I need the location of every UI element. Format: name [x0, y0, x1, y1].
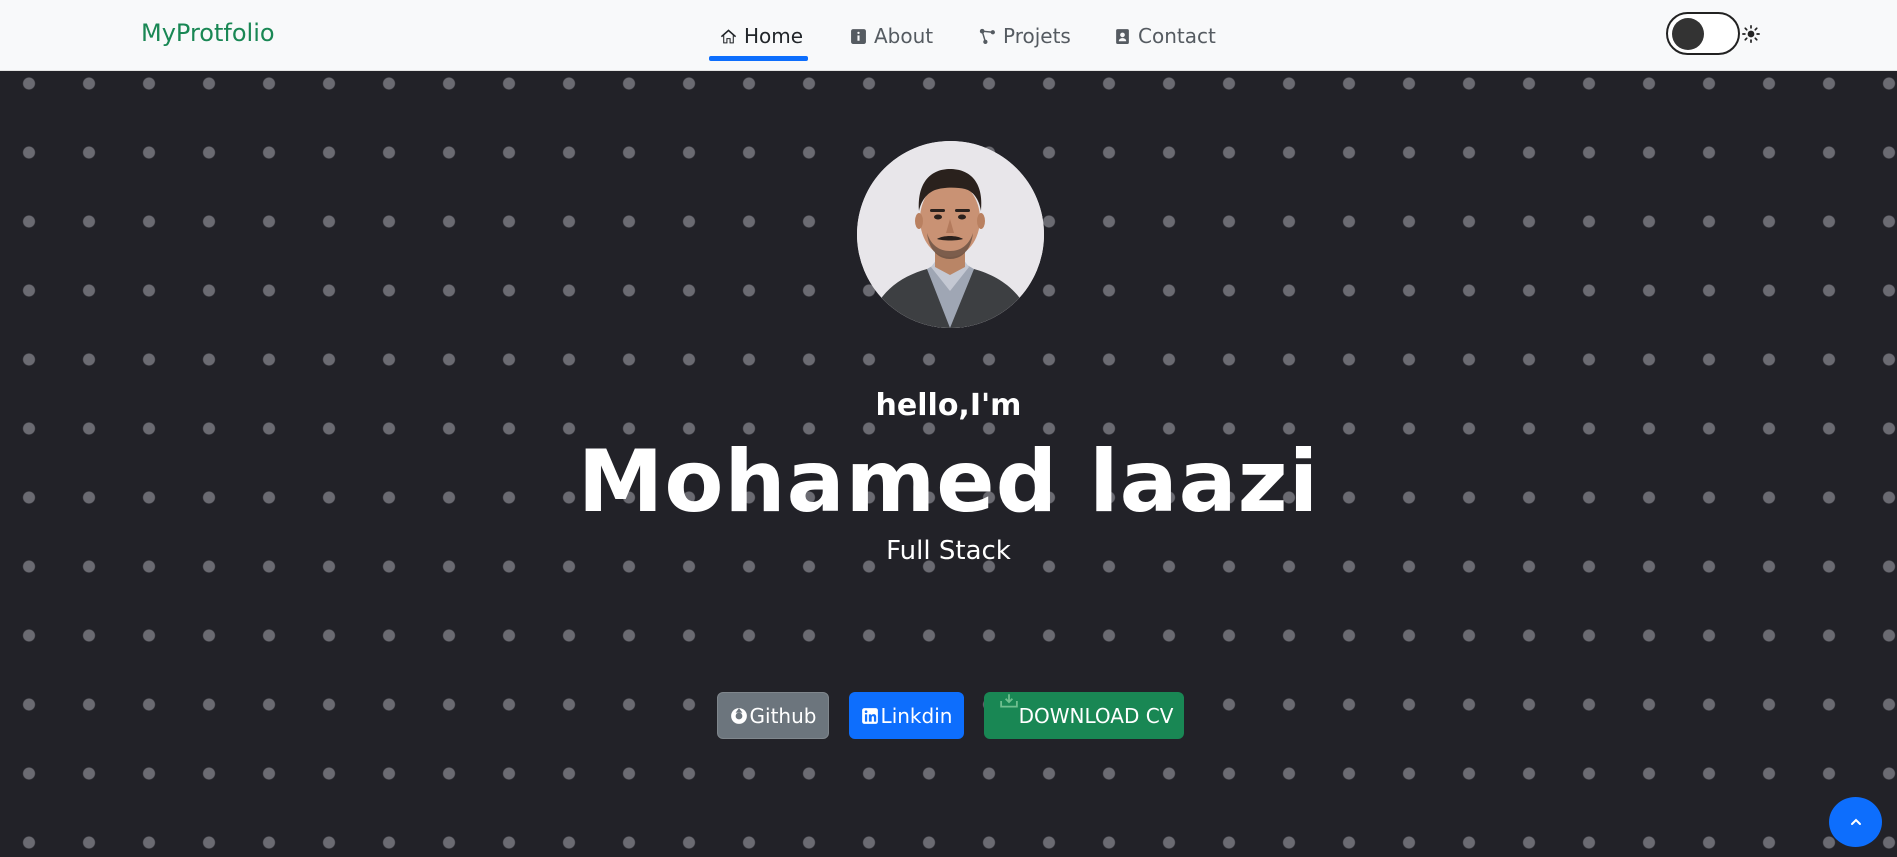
nav-item-about[interactable]: About: [850, 20, 933, 52]
chevron-up-icon: [1850, 818, 1861, 825]
hero-role: Full Stack: [886, 536, 1011, 566]
nodes-icon: [979, 28, 995, 44]
avatar: [857, 141, 1044, 328]
hero-name: Mohamed laazi: [577, 432, 1320, 532]
linkedin-button-label: Linkdin: [880, 703, 953, 728]
navbar: MyProtfolio Home About Projets Contact: [0, 0, 1897, 71]
home-icon: [720, 28, 737, 43]
linkedin-button[interactable]: Linkdin: [849, 692, 964, 739]
linkedin-icon: [861, 707, 878, 724]
nav-item-home[interactable]: Home: [720, 20, 803, 52]
nav-item-label: About: [874, 24, 934, 48]
nav-item-label: Projets: [1003, 24, 1071, 48]
theme-toggle[interactable]: [1666, 12, 1740, 55]
sun-icon: [1742, 25, 1760, 43]
nav-item-contact[interactable]: Contact: [1114, 20, 1216, 52]
scroll-to-top-button[interactable]: [1829, 797, 1882, 847]
nav-item-label: Home: [744, 24, 804, 48]
profile-photo: [857, 141, 1044, 328]
github-button-label: Github: [749, 703, 817, 728]
nav-item-projets[interactable]: Projets: [979, 20, 1071, 52]
download-icon: [1000, 694, 1018, 708]
github-icon: [730, 707, 747, 724]
toggle-knob: [1672, 18, 1704, 50]
brand-link[interactable]: MyProtfolio: [141, 19, 275, 47]
contact-card-icon: [1116, 28, 1129, 44]
info-icon: [851, 28, 866, 44]
greeting-text: hello,I'm: [875, 388, 1022, 423]
nav-item-label: Contact: [1138, 24, 1216, 48]
github-button[interactable]: Github: [717, 692, 829, 739]
active-tab-indicator: [709, 56, 808, 61]
download-cv-label: DOWNLOAD CV: [1018, 703, 1174, 728]
download-cv-button[interactable]: DOWNLOAD CV: [984, 692, 1184, 739]
